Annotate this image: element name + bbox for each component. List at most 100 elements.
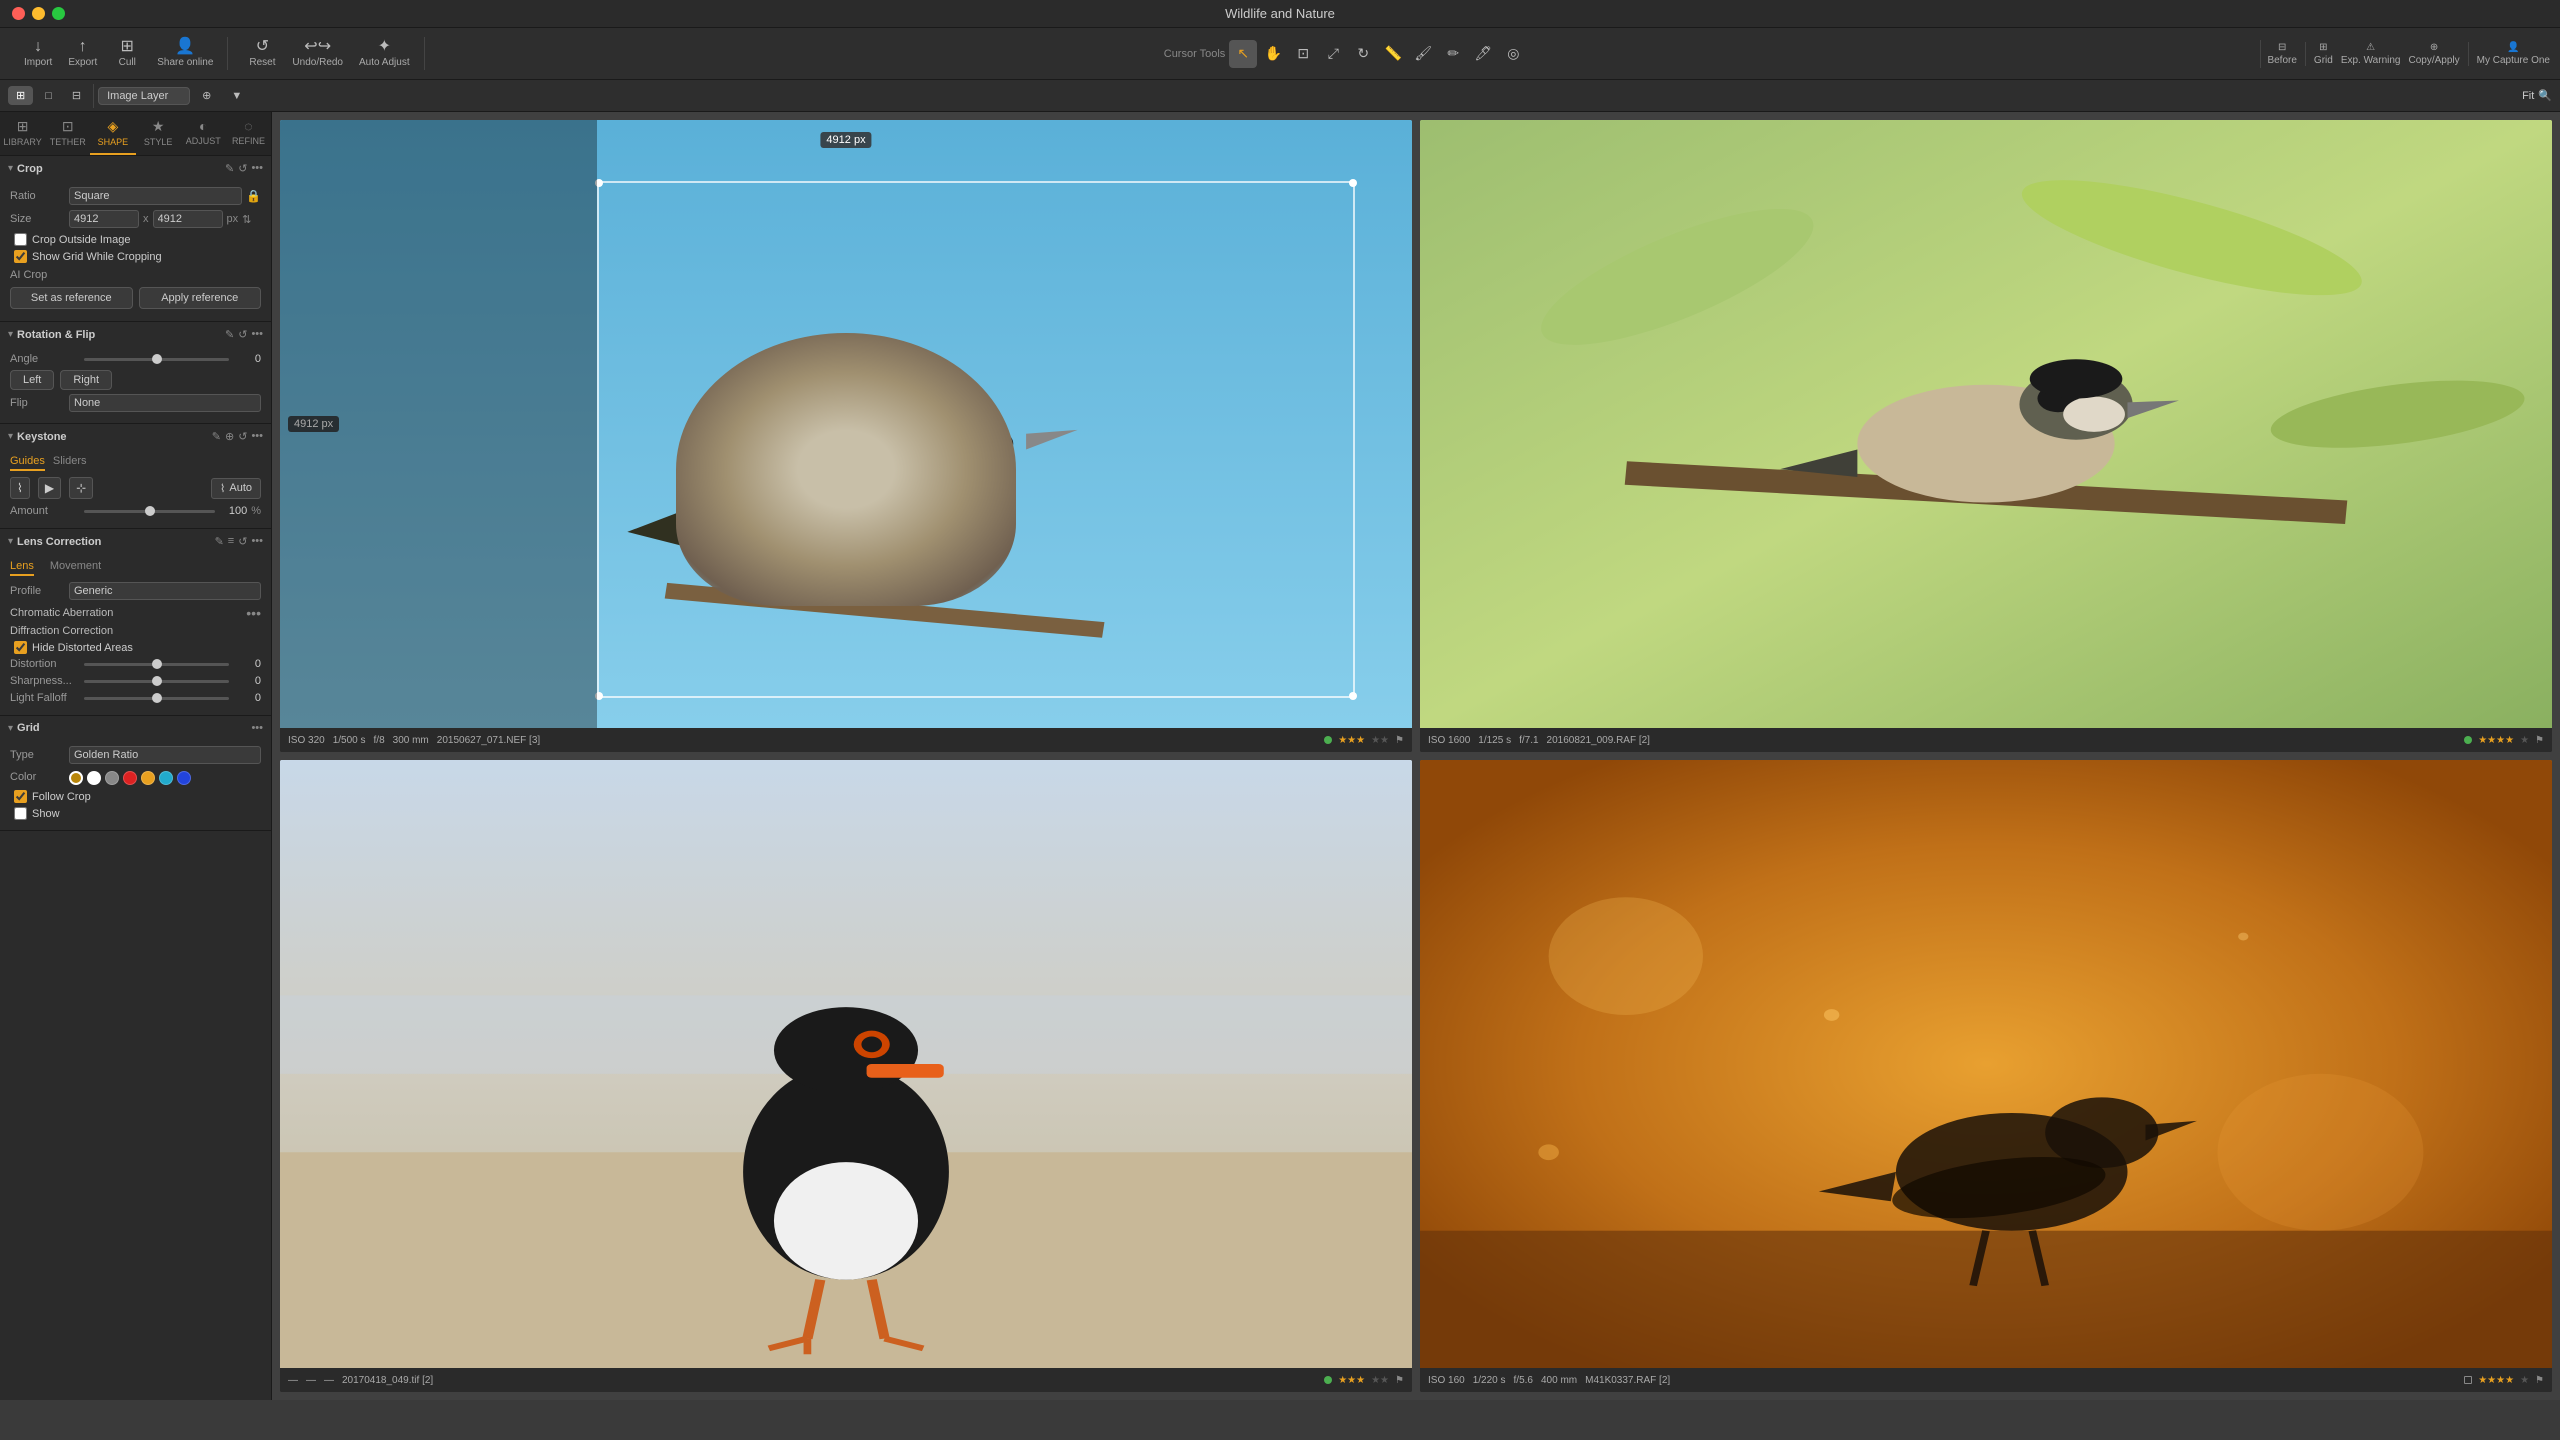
photo-cell-4[interactable]: ISO 160 1/220 s f/5.6 400 mm M41K0337.RA… [1420, 760, 2552, 1392]
crop-more-icon[interactable]: ••• [251, 162, 263, 175]
keystone-more-icon[interactable]: ••• [251, 430, 263, 443]
grid-more-icon[interactable]: ••• [251, 722, 263, 734]
keystone-lines-icon[interactable]: ⌇ [10, 477, 30, 499]
color-dot-blue[interactable] [177, 771, 191, 785]
crop-outside-checkbox[interactable] [14, 233, 27, 246]
light-falloff-slider[interactable] [84, 697, 229, 700]
sidebar-item-adjust[interactable]: ◐ ADJUST [181, 112, 226, 155]
cursor-tool-crop[interactable]: ⊡ [1289, 40, 1317, 68]
copy-apply-button[interactable]: ⊕ Copy/Apply [2408, 42, 2459, 66]
lens-reset-icon[interactable]: ↺ [238, 535, 247, 548]
tab-compare-view[interactable]: ⊟ [64, 86, 89, 105]
color-dot-gold[interactable] [69, 771, 83, 785]
color-dot-white[interactable] [87, 771, 101, 785]
sidebar-item-style[interactable]: ★ STYLE [136, 112, 181, 155]
size-stepper-icon[interactable]: ⇅ [242, 213, 251, 226]
show-grid-checkbox[interactable] [14, 250, 27, 263]
crop-edit-icon[interactable]: ✎ [225, 162, 234, 175]
grid-section-header[interactable]: ▾ Grid ••• [0, 716, 271, 740]
sidebar-item-shape[interactable]: ◈ SHAPE [90, 112, 135, 155]
add-layer-button[interactable]: ⊕ [194, 86, 219, 105]
hide-distorted-checkbox[interactable] [14, 641, 27, 654]
tab-grid-view[interactable]: ⊞ [8, 86, 33, 105]
keystone-section-header[interactable]: ▾ Keystone ✎ ⊕ ↺ ••• [0, 424, 271, 449]
rotation-reset-icon[interactable]: ↺ [238, 328, 247, 341]
ratio-select[interactable]: Square [69, 187, 242, 205]
profile-select[interactable]: Generic [69, 582, 261, 600]
my-capture-one-button[interactable]: 👤 My Capture One [2477, 42, 2550, 66]
keystone-cross-icon[interactable]: ⊹ [69, 477, 93, 499]
crop-section-header[interactable]: ▾ Crop ✎ ↺ ••• [0, 156, 271, 181]
photo-cell-1[interactable]: 4912 px 4912 px I [280, 120, 1412, 752]
lens-list-icon[interactable]: ≡ [228, 535, 234, 548]
auto-adjust-button[interactable]: ✦ Auto Adjust [353, 37, 416, 70]
lens-edit-icon[interactable]: ✎ [215, 535, 224, 548]
lens-more-icon[interactable]: ••• [251, 535, 263, 548]
keystone-reset-icon[interactable]: ↺ [238, 430, 247, 443]
photo-cell-3[interactable]: — — — 20170418_049.tif [2] ★★★★★ ⚑ [280, 760, 1412, 1392]
close-button[interactable] [12, 7, 25, 20]
keystone-tab-guides[interactable]: Guides [10, 455, 45, 471]
show-grid-display-checkbox[interactable] [14, 807, 27, 820]
keystone-edit-icon[interactable]: ✎ [212, 430, 221, 443]
size-width-input[interactable] [69, 210, 139, 228]
color-dot-red[interactable] [123, 771, 137, 785]
lens-tab-lens[interactable]: Lens [10, 560, 34, 576]
rotation-edit-icon[interactable]: ✎ [225, 328, 234, 341]
layer-dropdown[interactable]: Image Layer [98, 87, 190, 105]
keystone-arrow-icon[interactable]: ▶ [38, 477, 61, 499]
color-dot-gray[interactable] [105, 771, 119, 785]
sidebar-item-library[interactable]: ⊞ LIBRARY [0, 112, 45, 155]
crop-body: Ratio Square 🔒 Size x px ⇅ Crop Outs [0, 181, 271, 321]
rotate-right-button[interactable]: Right [60, 370, 112, 390]
cursor-tool-measure[interactable]: 📏 [1379, 40, 1407, 68]
cursor-tool-select[interactable]: ↖ [1229, 40, 1257, 68]
maximize-button[interactable] [52, 7, 65, 20]
lens-section-header[interactable]: ▾ Lens Correction ✎ ≡ ↺ ••• [0, 529, 271, 554]
size-height-input[interactable] [153, 210, 223, 228]
cull-button[interactable]: ⊞ Cull [107, 37, 147, 70]
crop-reset-icon[interactable]: ↺ [238, 162, 247, 175]
amount-slider[interactable] [84, 510, 215, 513]
sidebar-item-tether[interactable]: ⊡ TETHER [45, 112, 90, 155]
apply-reference-button[interactable]: Apply reference [139, 287, 262, 309]
sidebar-item-refine[interactable]: ◌ REFINE [226, 112, 271, 155]
sharpness-slider[interactable] [84, 680, 229, 683]
share-online-button[interactable]: 👤 Share online [151, 37, 219, 70]
flip-select[interactable]: None [69, 394, 261, 412]
crop-lock-icon[interactable]: 🔒 [246, 189, 261, 203]
undo-redo-button[interactable]: ↩↪ Undo/Redo [286, 37, 349, 70]
cursor-tool-transform[interactable]: ⤢ [1319, 40, 1347, 68]
cursor-tool-erase[interactable]: ✏ [1439, 40, 1467, 68]
distortion-slider[interactable] [84, 663, 229, 666]
keystone-pin-icon[interactable]: ⊕ [225, 430, 234, 443]
rotation-section-header[interactable]: ▾ Rotation & Flip ✎ ↺ ••• [0, 322, 271, 347]
keystone-auto-button[interactable]: ⌇ Auto [211, 478, 261, 499]
import-button[interactable]: ↓ Import [18, 37, 58, 70]
cursor-tool-clone[interactable]: ◎ [1499, 40, 1527, 68]
grid-type-select[interactable]: Golden Ratio [69, 746, 261, 764]
chromatic-more-icon[interactable]: ••• [246, 605, 261, 621]
angle-slider[interactable] [84, 358, 229, 361]
reset-button[interactable]: ↺ Reset [242, 37, 282, 70]
before-button[interactable]: ⊟ Before [2267, 42, 2296, 66]
photo-cell-2[interactable]: ISO 1600 1/125 s f/7.1 20160821_009.RAF … [1420, 120, 2552, 752]
set-as-reference-button[interactable]: Set as reference [10, 287, 133, 309]
follow-crop-checkbox[interactable] [14, 790, 27, 803]
cursor-tool-brush[interactable]: 🖌 [1409, 40, 1437, 68]
export-button[interactable]: ↑ Export [62, 37, 103, 70]
grid-button[interactable]: ⊞ Grid [2314, 42, 2333, 66]
cursor-tool-picker[interactable]: 🖊 [1469, 40, 1497, 68]
lens-tab-movement[interactable]: Movement [50, 560, 101, 576]
exp-warning-button[interactable]: ⚠ Exp. Warning [2341, 42, 2401, 66]
color-dot-cyan[interactable] [159, 771, 173, 785]
rotation-more-icon[interactable]: ••• [251, 328, 263, 341]
layer-options-button[interactable]: ▼ [223, 87, 250, 105]
rotate-left-button[interactable]: Left [10, 370, 54, 390]
cursor-tool-rotate[interactable]: ↻ [1349, 40, 1377, 68]
color-dot-orange[interactable] [141, 771, 155, 785]
minimize-button[interactable] [32, 7, 45, 20]
tab-single-view[interactable]: □ [37, 87, 60, 105]
keystone-tab-sliders[interactable]: Sliders [53, 455, 87, 471]
cursor-tool-hand[interactable]: ✋ [1259, 40, 1287, 68]
